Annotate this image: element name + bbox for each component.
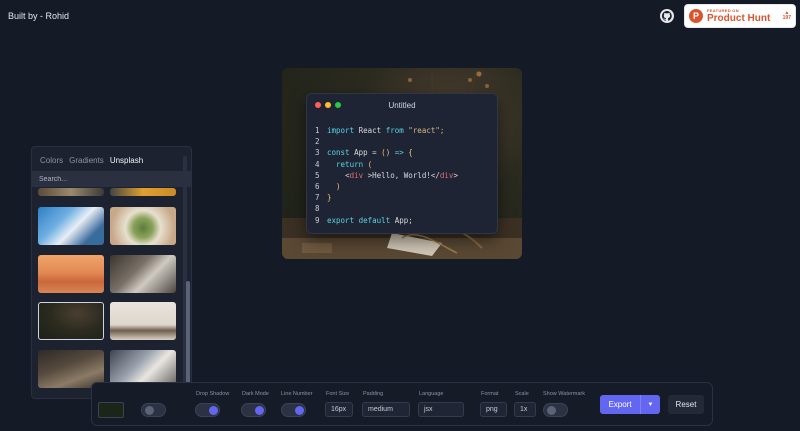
line-number: 8 [315, 204, 320, 214]
code-token: App; [390, 215, 413, 225]
code-token: default [354, 215, 391, 225]
format-label: Format [481, 391, 499, 397]
code-token: { [403, 148, 413, 158]
drop-shadow-label: Drop Shadow [196, 391, 230, 397]
tab-gradients[interactable]: Gradients [69, 156, 104, 165]
unsplash-thumbnail-selected[interactable] [38, 302, 104, 340]
code-token: from [381, 126, 404, 135]
code-line: 2 [315, 136, 458, 147]
unsplash-thumbnail[interactable] [110, 188, 176, 196]
code-token: React [354, 126, 382, 135]
unsplash-thumbnail[interactable] [110, 302, 176, 340]
code-token: import [327, 126, 355, 135]
show-watermark-label: Show Watermark [543, 391, 585, 397]
font-size-select[interactable]: 16px [325, 402, 353, 417]
code-line: 5 <div >Hello, World!</div> [315, 170, 458, 181]
dark-mode-toggle[interactable] [241, 403, 266, 417]
code-token: > [453, 170, 458, 180]
export-button-label: Export [608, 400, 632, 409]
chevron-down-icon[interactable]: ▼ [640, 395, 660, 414]
drop-shadow-toggle[interactable] [195, 403, 220, 417]
code-line: 7} [315, 192, 458, 203]
panel-scrollbar-thumb[interactable] [186, 281, 190, 391]
padding-label: Padding [363, 391, 384, 397]
code-window[interactable]: Untitled 1 import React from "react"; 2 3 co… [306, 93, 498, 234]
code-token: () [376, 148, 391, 158]
code-token: "react"; [403, 126, 445, 135]
language-select[interactable]: jsx [418, 402, 464, 417]
code-token: = [367, 148, 377, 158]
code-line: 4 return ( [315, 159, 458, 170]
line-number: 7 [315, 193, 320, 203]
padding-select[interactable]: medium [362, 402, 410, 417]
scale-label: Scale [515, 391, 529, 397]
product-hunt-featured-label: FEATURED ON [707, 7, 739, 13]
code-token: export [327, 215, 355, 225]
line-number: 6 [315, 182, 320, 192]
code-token: return [336, 159, 364, 169]
code-line: 6 ) [315, 181, 458, 192]
code-token: const [327, 148, 350, 158]
transparent-toggle[interactable] [141, 403, 166, 417]
export-button[interactable]: Export ▼ [600, 395, 660, 414]
unsplash-thumbnail[interactable] [110, 207, 176, 245]
code-token: ( [363, 159, 373, 169]
code-token: div [349, 170, 364, 180]
scale-select[interactable]: 1x [514, 402, 536, 417]
unsplash-thumbnail[interactable] [38, 255, 104, 293]
line-number: 2 [315, 137, 320, 147]
format-select[interactable]: png [480, 402, 507, 417]
code-line: 3 const App = () => { [315, 147, 458, 158]
code-token: ) [336, 182, 341, 192]
font-size-label: Font Size [326, 391, 350, 397]
github-icon[interactable] [660, 9, 674, 23]
code-token: App [349, 148, 368, 158]
window-title[interactable]: Untitled [307, 101, 497, 110]
tab-unsplash[interactable]: Unsplash [110, 156, 143, 165]
code-editor[interactable]: 1 import React from "react"; 2 3 const App =… [315, 125, 458, 226]
search-input[interactable] [32, 171, 191, 187]
vote-count: 197 [782, 15, 791, 21]
show-watermark-toggle[interactable] [543, 403, 568, 417]
unsplash-thumbnail[interactable] [38, 188, 104, 196]
product-hunt-badge[interactable]: P FEATURED ON Product Hunt ▲ 197 [684, 4, 796, 28]
code-token: >Hello, World!</ [363, 170, 440, 180]
reset-button[interactable]: Reset [668, 395, 704, 414]
line-number: 4 [315, 159, 320, 169]
code-line: 8 [315, 203, 458, 214]
code-line: 1 import React from "react"; [315, 125, 458, 136]
line-number: 5 [315, 170, 320, 180]
tab-colors[interactable]: Colors [40, 156, 63, 165]
code-token: div [439, 170, 454, 180]
product-hunt-name: Product Hunt [707, 12, 771, 24]
line-number: 1 [315, 126, 320, 135]
line-number-toggle[interactable] [281, 403, 306, 417]
product-hunt-logo-icon: P [689, 9, 703, 23]
language-label: Language [419, 391, 444, 397]
code-token: => [390, 148, 404, 158]
code-line: 9 export default App; [315, 215, 458, 226]
unsplash-thumbnail[interactable] [38, 207, 104, 245]
built-by-credit[interactable]: Built by - Rohid [8, 11, 69, 21]
background-color-swatch[interactable] [98, 402, 124, 418]
line-number: 9 [315, 215, 320, 225]
dark-mode-label: Dark Mode [242, 391, 269, 397]
line-number: 3 [315, 148, 320, 158]
unsplash-thumbnail[interactable] [110, 255, 176, 293]
product-hunt-votes: ▲ 197 [782, 10, 791, 22]
code-token: } [327, 193, 332, 203]
line-number-label: Line Number [281, 391, 313, 397]
